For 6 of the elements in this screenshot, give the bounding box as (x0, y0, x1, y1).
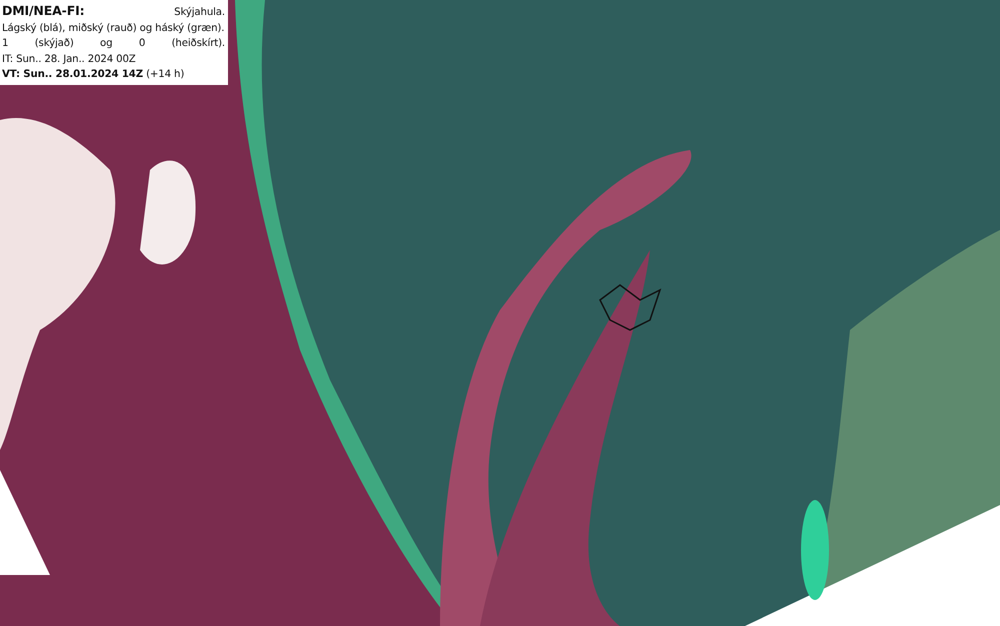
issue-time: IT: Sun.. 28. Jan.. 2024 00Z (2, 52, 137, 66)
valid-time: VT: Sun.. 28.01.2024 14Z (+14 h) (2, 68, 186, 82)
legend-title: Skýjahula. (174, 6, 225, 20)
legend-description: Lágský (blá), miðský (rauð) og háský (græn). (2, 22, 225, 36)
source-label: DMI/NEA-FI: (2, 3, 84, 18)
scale-line: 1 (skýjað) og 0 (heiðskírt). (2, 36, 225, 51)
